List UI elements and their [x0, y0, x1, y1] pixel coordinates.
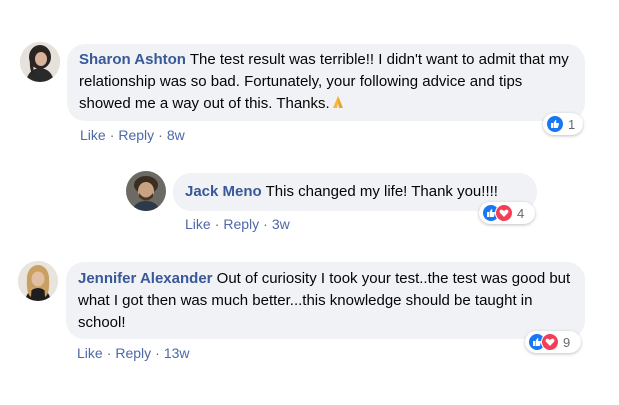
love-reaction-icon: [495, 204, 513, 222]
reaction-summary[interactable]: 9: [525, 331, 581, 353]
avatar[interactable]: [126, 171, 166, 211]
separator: ·: [106, 345, 112, 361]
like-link[interactable]: Like: [80, 127, 106, 143]
separator: ·: [109, 127, 115, 143]
separator: ·: [214, 216, 220, 232]
like-link[interactable]: Like: [77, 345, 103, 361]
reply-link[interactable]: Reply: [118, 127, 154, 143]
comment-text: This changed my life! Thank you!!!!: [265, 183, 498, 200]
comment-author[interactable]: Jack Meno: [185, 183, 262, 200]
avatar[interactable]: [20, 42, 60, 82]
timestamp[interactable]: 8w: [167, 127, 185, 143]
separator: ·: [155, 345, 160, 361]
comment-actions: Like · Reply · 3w: [185, 216, 290, 232]
separator: ·: [263, 216, 268, 232]
reply-link[interactable]: Reply: [223, 216, 259, 232]
reaction-count: 4: [517, 205, 525, 221]
timestamp[interactable]: 13w: [164, 345, 190, 361]
comment-author[interactable]: Sharon Ashton: [79, 51, 186, 68]
reaction-count: 9: [563, 334, 571, 350]
comment-bubble: Jennifer Alexander Out of curiosity I to…: [66, 262, 585, 339]
like-link[interactable]: Like: [185, 216, 211, 232]
comment-bubble: Sharon Ashton The test result was terrib…: [67, 44, 585, 121]
love-reaction-icon: [541, 333, 559, 351]
folded-hands-emoji-icon: [330, 94, 346, 110]
reply-link[interactable]: Reply: [115, 345, 151, 361]
avatar[interactable]: [18, 261, 58, 301]
like-reaction-icon: [546, 115, 564, 133]
reaction-summary[interactable]: 4: [479, 202, 535, 224]
comment-actions: Like · Reply · 8w: [80, 127, 185, 143]
comment-author[interactable]: Jennifer Alexander: [78, 270, 213, 287]
reaction-summary[interactable]: 1: [543, 113, 583, 135]
timestamp[interactable]: 3w: [272, 216, 290, 232]
reaction-count: 1: [568, 116, 576, 132]
separator: ·: [158, 127, 163, 143]
comment-actions: Like · Reply · 13w: [77, 345, 190, 361]
